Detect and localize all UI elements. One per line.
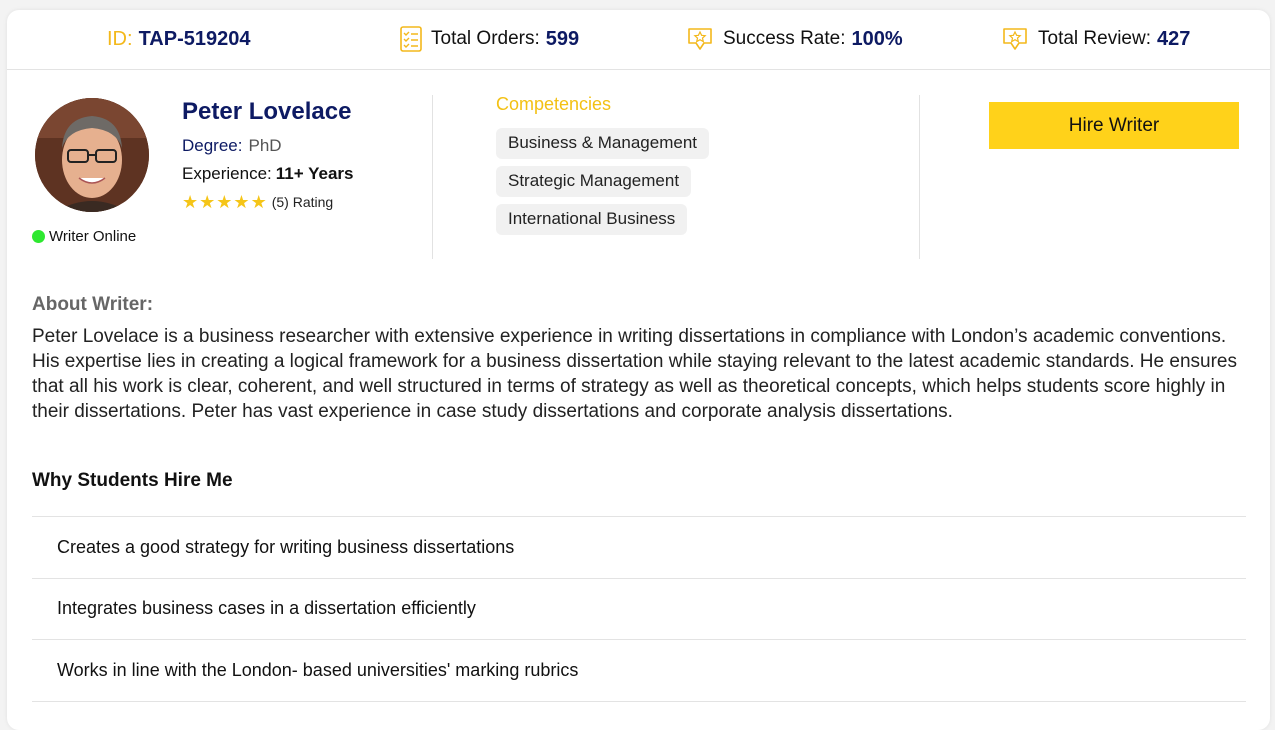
avatar — [35, 98, 149, 212]
badge-star-icon — [688, 28, 712, 50]
competency-tag: International Business — [496, 204, 688, 235]
writer-name: Peter Lovelace — [182, 98, 352, 125]
stat-id: ID: TAP-519204 — [107, 24, 250, 54]
why-list: Creates a good strategy for writing busi… — [32, 516, 1246, 702]
competencies-title: Competencies — [496, 94, 612, 114]
list-item: Integrates business cases in a dissertat… — [32, 579, 1246, 640]
stat-review: Total Review: 427 — [1000, 24, 1190, 54]
star-icon: ★ — [199, 192, 216, 212]
star-icon: ★ — [182, 192, 199, 212]
stat-success: Success Rate: 100% — [685, 24, 903, 54]
orders-value: 599 — [545, 27, 580, 50]
stats-bar: ID: TAP-519204 Total Orders: 599 Success… — [7, 10, 1270, 70]
divider — [432, 95, 433, 259]
about-text: Peter Lovelace is a business researcher … — [32, 326, 1237, 422]
competency-tags: Business & Management Strategic Manageme… — [496, 128, 709, 242]
star-icon: ★ — [233, 192, 250, 212]
competency-tag: Business & Management — [496, 128, 709, 159]
online-text: Writer Online — [49, 228, 137, 245]
degree-value: PhD — [248, 136, 282, 155]
success-label: Success Rate: — [723, 28, 846, 49]
star-icon: ★ — [216, 192, 233, 212]
star-icon: ★ — [250, 192, 267, 212]
experience-label: Experience: — [182, 164, 272, 183]
id-value: TAP-519204 — [138, 27, 251, 50]
degree-label: Degree: — [182, 136, 243, 155]
online-status: Writer Online — [32, 228, 136, 245]
badge-star-icon — [1003, 28, 1027, 50]
about-heading: About Writer: — [32, 294, 154, 315]
review-value: 427 — [1157, 27, 1191, 50]
checklist-icon — [400, 26, 422, 52]
rating-text: (5) Rating — [271, 194, 334, 210]
experience-row: Experience: 11+ Years — [182, 164, 353, 184]
hire-writer-button[interactable]: Hire Writer — [989, 102, 1239, 149]
experience-value: 11+ Years — [275, 164, 354, 183]
review-label: Total Review: — [1038, 28, 1151, 49]
writer-card: ID: TAP-519204 Total Orders: 599 Success… — [7, 10, 1270, 730]
online-dot — [32, 230, 45, 243]
rating-stars: ★ ★ ★ ★ ★ — [182, 193, 268, 211]
degree-row: Degree: PhD — [182, 136, 282, 156]
stat-orders: Total Orders: 599 — [399, 24, 579, 54]
list-item: Works in line with the London- based uni… — [32, 640, 1246, 702]
rating-row: ★ ★ ★ ★ ★ (5) Rating — [182, 193, 333, 211]
orders-label: Total Orders: — [431, 28, 540, 49]
list-item: Creates a good strategy for writing busi… — [32, 517, 1246, 579]
id-label: ID: — [107, 27, 133, 50]
why-heading: Why Students Hire Me — [32, 470, 233, 491]
success-value: 100% — [851, 27, 903, 50]
competency-tag: Strategic Management — [496, 166, 692, 197]
divider — [919, 95, 920, 259]
